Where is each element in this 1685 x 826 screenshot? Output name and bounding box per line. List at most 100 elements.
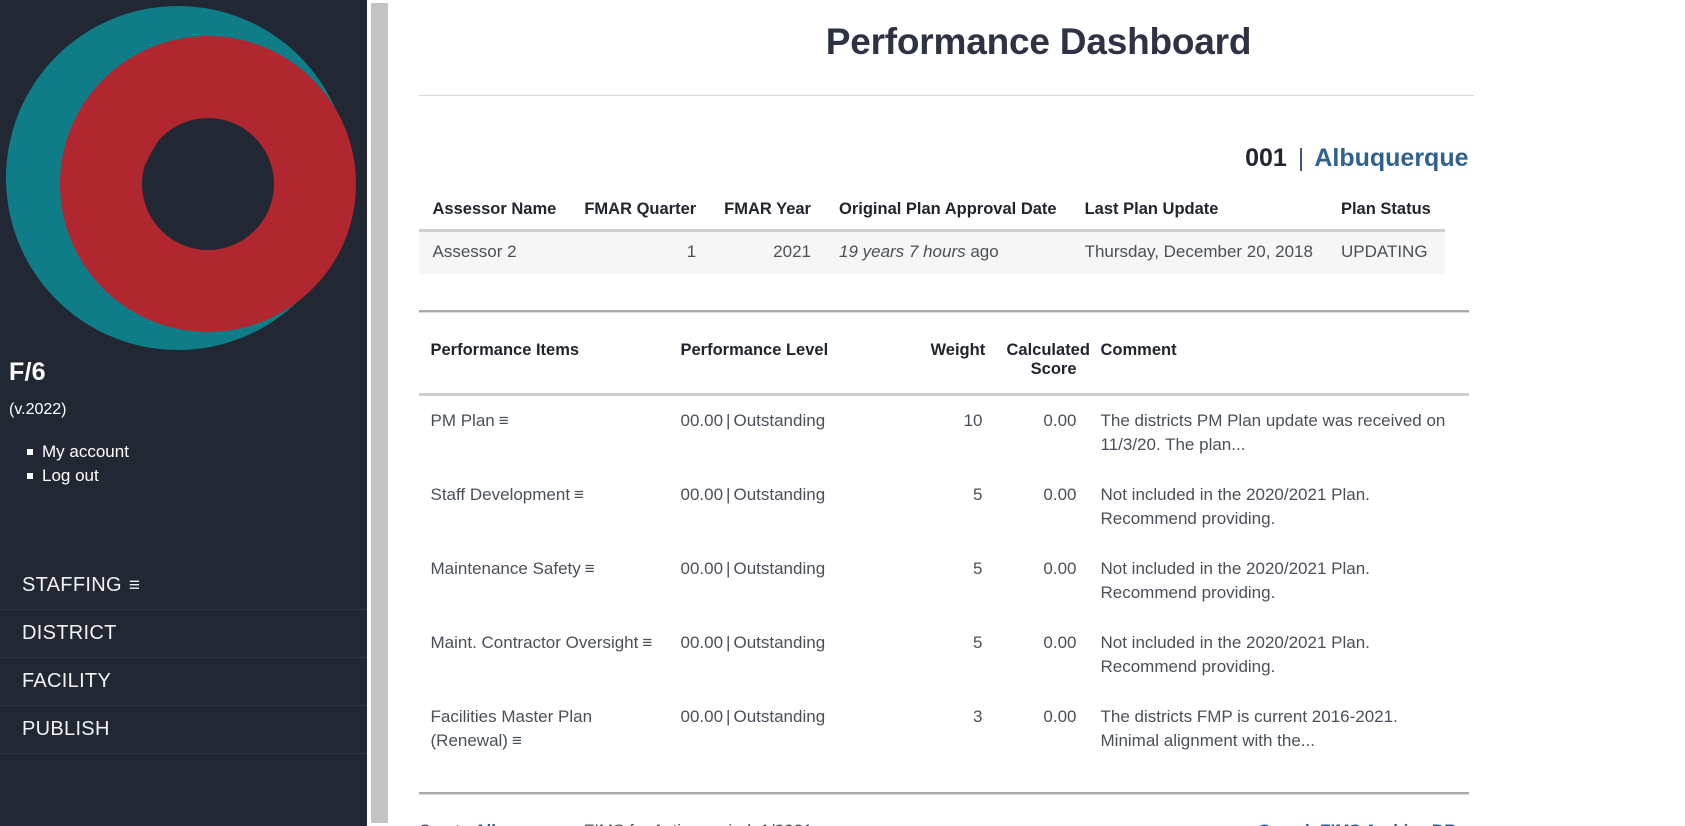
sidebar-item-district[interactable]: DISTRICT <box>0 610 367 658</box>
level-separator: | <box>726 485 731 504</box>
cell-fmar-year: 2021 <box>710 230 825 274</box>
table-row: Facilities Master Plan (Renewal) ≡ 00.00 |… <box>419 692 1469 766</box>
cell-fmar-quarter: 1 <box>570 230 711 274</box>
table-row: Maint. Contractor Oversight ≡ 00.00 | Outst… <box>419 618 1469 692</box>
hamburger-icon[interactable]: ≡ <box>495 411 509 430</box>
district-code: 001 <box>1245 144 1287 172</box>
create-district-link[interactable]: Albuquerque <box>474 821 579 826</box>
cell-comment: The districts PM Plan update was receive… <box>1100 411 1446 454</box>
cell-comment: The districts FMP is current 2016-2021. … <box>1100 707 1398 750</box>
scrollbar-thumb[interactable] <box>371 3 388 823</box>
table-row: Staff Development ≡ 00.00 | Outstanding 5 0… <box>419 470 1469 544</box>
footer: Create Albuquerque FIMS for Active perio… <box>419 821 1469 826</box>
cell-calculated-score: 0.00 <box>1043 411 1077 430</box>
level-label: Outstanding <box>733 559 826 578</box>
sidebar-item-publish[interactable]: PUBLISH <box>0 706 367 754</box>
bullet-icon <box>27 473 33 479</box>
level-score: 00.00 <box>680 559 724 578</box>
sidebar-item-label: FACILITY <box>22 670 112 692</box>
brand-version: (v.2022) <box>9 401 67 418</box>
cell-performance-level: 00.00 | Outstanding <box>669 692 919 766</box>
hamburger-icon[interactable]: ≡ <box>508 731 522 750</box>
sidebar-item-label: PUBLISH <box>22 718 110 740</box>
list-item[interactable]: Log out <box>27 464 367 488</box>
cell-performance-level: 00.00 | Outstanding <box>669 544 919 618</box>
hamburger-icon[interactable]: ≡ <box>570 485 584 504</box>
page-scrollbar[interactable] <box>367 0 392 826</box>
level-separator: | <box>726 411 731 430</box>
performance-item-label: Staff Development <box>430 485 571 504</box>
performance-item-label: Maintenance Safety <box>430 559 581 578</box>
district-name[interactable]: Albuquerque <box>1314 144 1468 172</box>
level-label: Outstanding <box>733 485 826 504</box>
cell-weight: 5 <box>973 559 983 578</box>
column-header-last-plan-update: Last Plan Update <box>1070 200 1327 232</box>
cell-weight: 5 <box>973 485 983 504</box>
cell-calculated-score: 0.00 <box>1043 485 1077 504</box>
column-header-original-plan-approval-date: Original Plan Approval Date <box>824 200 1071 232</box>
level-label: Outstanding <box>733 633 826 652</box>
logo-container <box>0 0 367 352</box>
column-header-performance-level: Performance Level <box>668 327 919 396</box>
f6-logo-icon <box>6 6 356 350</box>
cell-weight: 3 <box>973 707 983 726</box>
title-divider <box>418 95 1474 96</box>
column-header-comment: Comment <box>1088 327 1469 396</box>
level-score: 00.00 <box>680 485 724 504</box>
hamburger-icon[interactable]: ≡ <box>638 633 652 652</box>
cell-performance-item[interactable]: Maintenance Safety ≡ <box>419 544 669 618</box>
district-header: 001 | Albuquerque <box>419 144 1468 173</box>
create-fims-text: Create Albuquerque FIMS for Active perio… <box>419 821 813 826</box>
cell-performance-item[interactable]: Staff Development ≡ <box>419 470 669 544</box>
sidebar-item-label: STAFFING <box>22 574 122 596</box>
hamburger-icon: ≡ <box>128 574 141 596</box>
cell-performance-item[interactable]: PM Plan ≡ <box>419 395 669 471</box>
cell-last-plan-update: Thursday, December 20, 2018 <box>1070 230 1327 274</box>
cell-comment: Not included in the 2020/2021 Plan. Reco… <box>1100 633 1370 676</box>
bullet-icon <box>27 449 33 455</box>
cell-performance-item[interactable]: Facilities Master Plan (Renewal) ≡ <box>419 692 669 766</box>
column-header-fmar-quarter: FMAR Quarter <box>570 200 711 232</box>
assessor-summary-table: Assessor Name FMAR Quarter FMAR Year Ori… <box>418 200 1445 274</box>
hamburger-icon[interactable]: ≡ <box>581 559 595 578</box>
level-separator: | <box>726 707 731 726</box>
app-root: F/6 (v.2022) My account Log out STAFFING… <box>0 0 1685 826</box>
cell-performance-item[interactable]: Maint. Contractor Oversight ≡ <box>419 618 669 692</box>
sidebar-item-staffing[interactable]: STAFFING ≡ <box>0 562 367 610</box>
cell-performance-level: 00.00 | Outstanding <box>669 470 919 544</box>
status-badge: UPDATING <box>1326 230 1445 274</box>
column-header-performance-items: Performance Items <box>418 327 669 396</box>
account-links: My account Log out <box>0 440 367 488</box>
level-separator: | <box>726 559 731 578</box>
sidebar-item-facility[interactable]: FACILITY <box>0 658 367 706</box>
brand-title: F/6 <box>9 358 46 386</box>
sidebar-nav: STAFFING ≡ DISTRICT FACILITY PUBLISH <box>0 562 367 754</box>
relative-time-suffix: ago <box>965 242 999 261</box>
cell-weight: 10 <box>963 411 983 430</box>
level-separator: | <box>726 633 731 652</box>
performance-items-table: Performance Items Performance Level Weig… <box>418 327 1469 766</box>
main-content: Performance Dashboard 001 | Albuquerque … <box>367 0 1685 826</box>
cell-performance-level: 00.00 | Outstanding <box>669 395 919 471</box>
cell-calculated-score: 0.00 <box>1043 559 1077 578</box>
sidebar-item-label: DISTRICT <box>22 622 117 644</box>
cell-calculated-score: 0.00 <box>1043 633 1077 652</box>
column-header-plan-status: Plan Status <box>1326 200 1445 232</box>
sidebar-item-log-out[interactable]: Log out <box>42 466 99 485</box>
cell-weight: 5 <box>973 633 983 652</box>
cell-original-plan-approval-date: 19 years 7 hours ago <box>824 230 1071 274</box>
cell-calculated-score: 0.00 <box>1043 707 1077 726</box>
create-suffix: FIMS for Active period: 1/2021 <box>579 821 813 826</box>
search-fims-archive-db-link[interactable]: Search FIMS Archive DB <box>1259 821 1469 826</box>
performance-table-bottom-divider <box>418 792 1469 795</box>
column-header-weight: Weight <box>918 327 995 396</box>
list-item[interactable]: My account <box>27 440 367 464</box>
cell-comment: Not included in the 2020/2021 Plan. Reco… <box>1100 485 1370 528</box>
table-row: PM Plan ≡ 00.00 | Outstanding 10 0.00 The d… <box>419 395 1469 471</box>
table-row: Assessor 2 1 2021 19 years 7 hours ago T… <box>418 230 1445 274</box>
cell-performance-level: 00.00 | Outstanding <box>669 618 919 692</box>
table-row: Maintenance Safety ≡ 00.00 | Outstanding 5 … <box>419 544 1469 618</box>
cell-assessor-name: Assessor 2 <box>418 230 571 274</box>
table-header-row: Performance Items Performance Level Weig… <box>418 327 1469 396</box>
sidebar-item-my-account[interactable]: My account <box>42 442 129 461</box>
